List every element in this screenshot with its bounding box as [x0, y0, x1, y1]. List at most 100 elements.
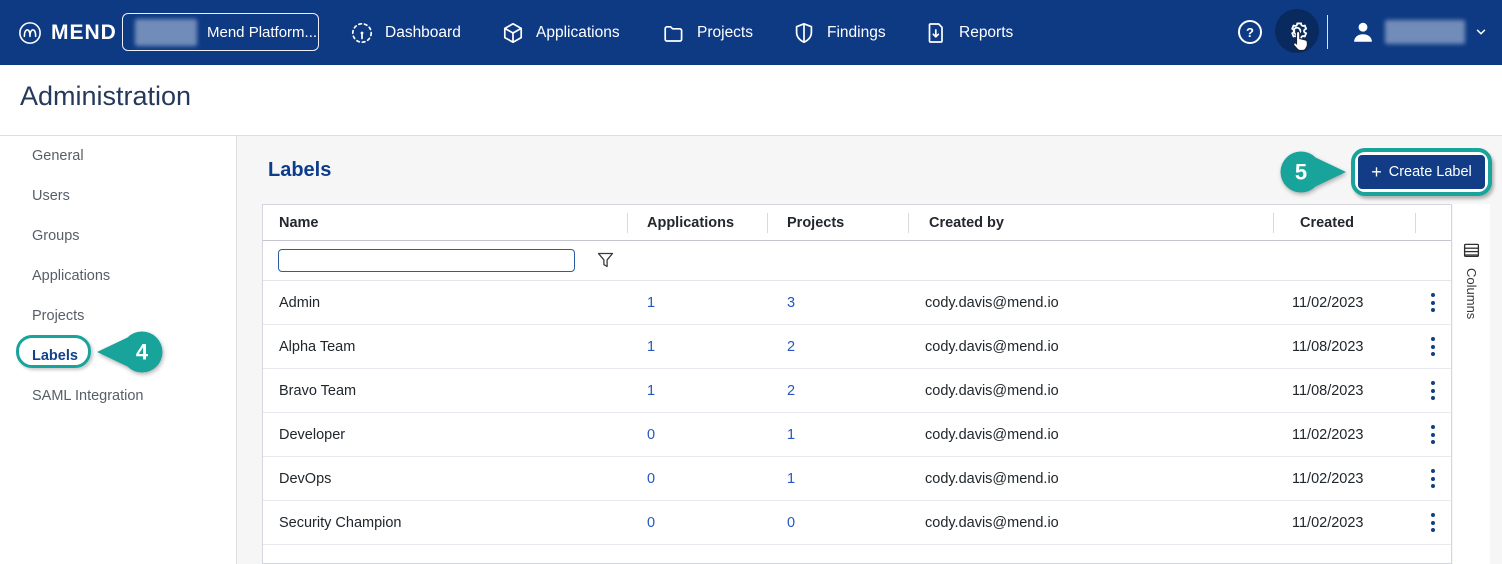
table-row: Security Champion 0 0 cody.davis@mend.io…	[263, 501, 1451, 545]
projects-count-link[interactable]: 0	[787, 515, 795, 531]
created-date: 11/02/2023	[1292, 426, 1364, 443]
create-label-button[interactable]: + Create Label	[1358, 155, 1485, 189]
nav-item-label: Projects	[697, 23, 753, 41]
labels-heading: Labels	[268, 159, 332, 181]
applications-count-link[interactable]: 1	[647, 295, 655, 311]
created-by: cody.davis@mend.io	[925, 338, 1059, 355]
page-title: Administration	[20, 81, 192, 111]
row-menu-button[interactable]	[1425, 465, 1441, 492]
annotation-step-4-balloon: 4	[97, 331, 163, 373]
filter-button[interactable]	[597, 252, 614, 269]
columns-icon	[1463, 243, 1480, 258]
sidebar-item-groups[interactable]: Groups	[0, 216, 236, 256]
created-date: 11/02/2023	[1292, 514, 1364, 531]
create-label-button-text: Create Label	[1388, 164, 1472, 180]
user-menu[interactable]	[1350, 14, 1488, 50]
row-menu-button[interactable]	[1425, 333, 1441, 360]
applications-count-link[interactable]: 0	[647, 427, 655, 443]
nav-item-projects[interactable]: Projects	[662, 0, 753, 65]
created-date: 11/02/2023	[1292, 294, 1364, 311]
created-by: cody.davis@mend.io	[925, 426, 1059, 443]
name-filter-input[interactable]	[278, 249, 575, 272]
svg-text:5: 5	[1295, 160, 1307, 185]
table-row: Bravo Team 1 2 cody.davis@mend.io 11/08/…	[263, 369, 1451, 413]
row-menu-button[interactable]	[1425, 509, 1441, 536]
annotation-step-5-balloon: 5	[1280, 151, 1346, 193]
brand-name: MEND	[51, 20, 117, 44]
mend-logo-icon	[18, 21, 42, 45]
label-name: Security Champion	[279, 514, 402, 531]
workspace-label: Mend Platform...	[207, 23, 318, 41]
created-by: cody.davis@mend.io	[925, 470, 1059, 487]
created-by: cody.davis@mend.io	[925, 514, 1059, 531]
row-menu-button[interactable]	[1425, 377, 1441, 404]
redacted-workspace-logo	[135, 18, 197, 46]
report-icon	[928, 22, 943, 43]
column-header-created[interactable]: Created	[1273, 205, 1415, 240]
column-header-name[interactable]: Name	[263, 205, 627, 240]
nav-item-label: Applications	[536, 23, 620, 41]
user-avatar-icon	[1354, 22, 1372, 42]
sidebar-item-users[interactable]: Users	[0, 176, 236, 216]
applications-count-link[interactable]: 1	[647, 383, 655, 399]
column-header-projects[interactable]: Projects	[767, 205, 908, 240]
created-by: cody.davis@mend.io	[925, 294, 1059, 311]
created-date: 11/08/2023	[1292, 382, 1364, 399]
column-header-applications[interactable]: Applications	[627, 205, 767, 240]
nav-item-label: Dashboard	[385, 23, 461, 41]
created-by: cody.davis@mend.io	[925, 382, 1059, 399]
mouse-cursor-icon	[1292, 30, 1308, 52]
columns-panel-label: Columns	[1464, 268, 1479, 320]
columns-panel-toggle[interactable]: Columns	[1453, 204, 1490, 564]
projects-count-link[interactable]: 2	[787, 383, 795, 399]
created-date: 11/08/2023	[1292, 338, 1364, 355]
column-header-actions	[1415, 205, 1451, 240]
annotation-highlight-labels	[16, 335, 91, 368]
column-header-created-by[interactable]: Created by	[908, 205, 1273, 240]
nav-item-label: Reports	[959, 23, 1014, 41]
table-row: DevOps 0 1 cody.davis@mend.io 11/02/2023	[263, 457, 1451, 501]
page-header: Administration	[0, 65, 1502, 136]
row-menu-button[interactable]	[1425, 421, 1441, 448]
nav-divider	[1327, 15, 1328, 49]
projects-count-link[interactable]: 2	[787, 339, 795, 355]
brand: MEND	[18, 0, 117, 65]
plus-icon: +	[1371, 162, 1382, 182]
funnel-icon	[597, 252, 614, 268]
sidebar-item-saml-integration[interactable]: SAML Integration	[0, 376, 236, 416]
projects-count-link[interactable]: 1	[787, 471, 795, 487]
gauge-icon	[351, 22, 373, 43]
nav-item-dashboard[interactable]: Dashboard	[350, 0, 461, 65]
label-name: Admin	[279, 294, 321, 311]
table-header-row: Name Applications Projects Created by Cr…	[263, 205, 1451, 241]
shield-icon	[795, 22, 813, 43]
applications-count-link[interactable]: 0	[647, 515, 655, 531]
folder-icon	[664, 25, 683, 42]
label-name: Bravo Team	[279, 382, 357, 399]
nav-item-label: Findings	[827, 23, 886, 41]
sidebar-item-general[interactable]: General	[0, 136, 236, 176]
projects-count-link[interactable]: 1	[787, 427, 795, 443]
workspace-selector[interactable]: Mend Platform...	[122, 13, 319, 51]
chevron-down-icon	[1476, 29, 1486, 35]
help-icon: ?	[1238, 20, 1262, 44]
svg-text:?: ?	[1246, 25, 1254, 40]
projects-count-link[interactable]: 3	[787, 295, 795, 311]
redacted-username	[1385, 20, 1465, 44]
row-menu-button[interactable]	[1425, 289, 1441, 316]
help-button[interactable]: ?	[1237, 19, 1263, 45]
nav-item-reports[interactable]: Reports	[924, 0, 1013, 65]
label-name: Developer	[279, 426, 346, 443]
applications-count-link[interactable]: 1	[647, 339, 655, 355]
annotation-highlight-create-label: + Create Label	[1351, 148, 1492, 196]
labels-table: Name Applications Projects Created by Cr…	[262, 204, 1452, 564]
table-row: Alpha Team 1 2 cody.davis@mend.io 11/08/…	[263, 325, 1451, 369]
applications-count-link[interactable]: 0	[647, 471, 655, 487]
nav-item-findings[interactable]: Findings	[792, 0, 886, 65]
nav-item-applications[interactable]: Applications	[501, 0, 620, 65]
table-row: Developer 0 1 cody.davis@mend.io 11/02/2…	[263, 413, 1451, 457]
svg-text:4: 4	[136, 340, 149, 365]
sidebar-item-applications[interactable]: Applications	[0, 256, 236, 296]
table-row: Admin 1 3 cody.davis@mend.io 11/02/2023	[263, 281, 1451, 325]
created-date: 11/02/2023	[1292, 470, 1364, 487]
